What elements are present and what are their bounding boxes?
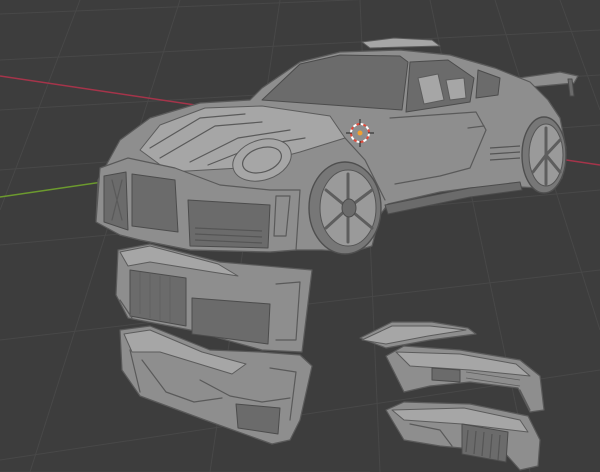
rear-wing-piece[interactable] bbox=[359, 321, 477, 349]
3d-viewport[interactable] bbox=[0, 0, 600, 472]
viewport-canvas bbox=[0, 0, 600, 472]
car-body[interactable] bbox=[95, 37, 579, 255]
